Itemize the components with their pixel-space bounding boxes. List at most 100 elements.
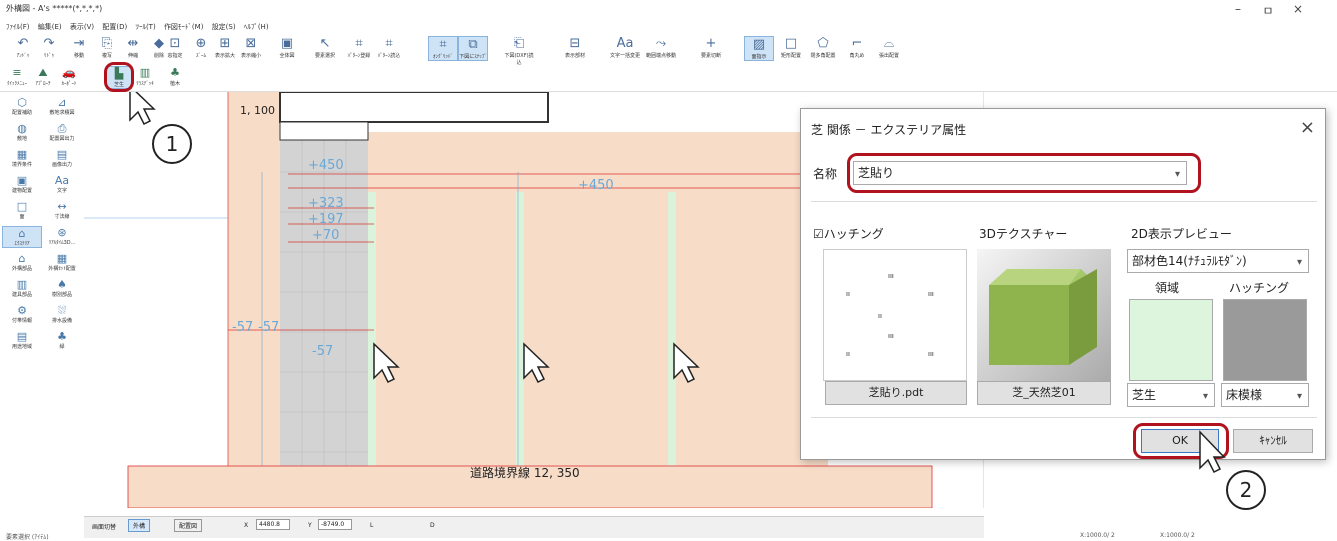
hatch-file-button[interactable]: 芝貼り.pdt: [825, 381, 967, 405]
toolbar-label: 下図(DXF)読込: [504, 53, 534, 66]
hatch-mark: ııı: [928, 350, 934, 358]
toolbar-button-1[interactable]: ↷ ﾘﾄﾞｩ: [34, 36, 64, 59]
exterior-tool-2[interactable]: 🚗 ｶｰﾎﾟｰﾄ: [56, 66, 82, 87]
sidebar-icon: ♠: [57, 278, 67, 291]
tab-layout[interactable]: 配置図: [174, 519, 203, 532]
exterior-tool-label: ｱﾌﾟﾛｰﾁ: [35, 81, 51, 87]
sidebar-label: ﾘｱﾙﾀｲﾑ3D...: [48, 240, 76, 246]
toolbar-button-25[interactable]: ⌓ 張出配置: [874, 36, 904, 59]
minimize-button[interactable]: –: [1228, 2, 1248, 16]
sidebar-item-11[interactable]: ⊛ ﾘｱﾙﾀｲﾑ3D...: [42, 226, 82, 246]
toolbar-label: 面指示: [751, 54, 767, 60]
toolbar-button-10[interactable]: ▣ 全体図: [272, 36, 302, 59]
sidebar-item-9[interactable]: ↔ 寸法線: [42, 200, 82, 220]
sidebar-item-5[interactable]: ▤ 画像出力: [42, 148, 82, 168]
toolbar-button-9[interactable]: ⊠ 表示縮小: [236, 36, 266, 59]
sidebar-item-12[interactable]: ⌂ 外構部品: [2, 252, 42, 272]
menu-edit[interactable]: 編集(E): [38, 23, 62, 31]
menu-settings[interactable]: 設定(S): [212, 23, 236, 31]
toolbar-button-15[interactable]: ⧉ 下図にｽﾅｯﾌﾟ: [458, 36, 488, 61]
area-color-swatch: [1129, 299, 1213, 381]
close-window-button[interactable]: ×: [1288, 2, 1308, 16]
exterior-tool-1[interactable]: ⛰ ｱﾌﾟﾛｰﾁ: [30, 66, 56, 87]
toolbar-label: 範囲端点移動: [646, 53, 677, 59]
toolbar-button-14[interactable]: ⌗ ｵﾝｸﾞﾘｯﾄﾞ: [428, 36, 458, 61]
sidebar-item-8[interactable]: □ 面: [2, 200, 42, 220]
toolbar-button-18[interactable]: Aa 文字一括変更: [610, 36, 640, 59]
zoom-readout-1: X:1000.0/ 2: [1080, 532, 1115, 539]
toolbar-button-2[interactable]: ⇥ 移動: [64, 36, 94, 59]
toolbar-button-24[interactable]: ⌐ 角丸め: [842, 36, 872, 59]
toolbar-button-21[interactable]: ▨ 面指示: [744, 36, 774, 61]
menu-bar: ﾌｧｲﾙ(F) 編集(E) 表示(V) 配置(D) ﾂｰﾙ(T) 作図ﾓｰﾄﾞ(…: [0, 22, 1337, 36]
toolbar-button-20[interactable]: + 要素切断: [696, 36, 726, 59]
toolbar-button-11[interactable]: ↖ 要素選択: [310, 36, 340, 59]
sidebar-item-17[interactable]: ⛆ 排水設備: [42, 304, 82, 324]
toolbar-icon: ⌗: [439, 37, 447, 52]
l-label: L: [370, 522, 374, 529]
preview-color-select[interactable]: 部材色14(ﾅﾁｭﾗﾙﾓﾀﾞﾝ) ▾: [1127, 249, 1309, 273]
hatching-checkbox[interactable]: ☑ハッチング: [813, 225, 884, 242]
sidebar-item-3[interactable]: ⎙ 配置図出力: [42, 122, 82, 142]
area-select[interactable]: 芝生 ▾: [1127, 383, 1215, 407]
toolbar-label: 表示拡大: [214, 53, 235, 59]
exterior-tool-4[interactable]: ▥ ﾃﾗｽﾃﾞｯｷ: [132, 66, 158, 87]
sidebar-item-16[interactable]: ⚙ 付帯情報: [2, 304, 42, 324]
sidebar-item-2[interactable]: ◍ 敷地: [2, 122, 42, 142]
sidebar-icon: ◍: [17, 122, 27, 135]
toolbar-label: 矩形配置: [780, 53, 801, 59]
sidebar-item-7[interactable]: Aa 文字: [42, 174, 82, 194]
toolbar-button-16[interactable]: ⎗ 下図(DXF)読込: [504, 36, 534, 66]
menu-file[interactable]: ﾌｧｲﾙ(F): [6, 23, 30, 31]
dim-label: +450: [308, 158, 344, 173]
dialog-close-button[interactable]: ×: [1300, 117, 1315, 138]
toolbar-button-22[interactable]: □ 矩形配置: [776, 36, 806, 59]
dim-label: -57: [232, 320, 254, 335]
y-coord-field[interactable]: -8749.0: [318, 519, 352, 530]
exterior-tool-0[interactable]: ≡ ｸｲｯｸﾒﾆｭｰ: [4, 66, 30, 87]
footer: 要素選択 (ｱｲﾃﾑ) X:1000.0/ 2 X:1000.0/ 2: [0, 532, 1337, 541]
exterior-tool-label: 植木: [169, 81, 180, 87]
dim-label: -57: [258, 320, 280, 335]
lawn-strip-3: [668, 192, 676, 468]
tab-exterior[interactable]: 外構: [128, 519, 151, 532]
divider: [811, 201, 1317, 202]
sidebar-item-0[interactable]: ⬡ 配置補助: [2, 96, 42, 116]
texture-file-button[interactable]: 芝_天然芝01: [977, 381, 1111, 405]
sidebar-item-6[interactable]: ▣ 建物配置: [2, 174, 42, 194]
exterior-tool-icon: ≡: [12, 66, 22, 79]
sidebar-item-13[interactable]: ▦ 外構ｾｯﾄ配置: [42, 252, 82, 272]
maximize-button[interactable]: ㅁ: [1258, 2, 1278, 19]
sidebar-item-14[interactable]: ▥ 建具部品: [2, 278, 42, 298]
cancel-button[interactable]: ｷｬﾝｾﾙ: [1233, 429, 1313, 453]
exterior-tool-5[interactable]: ♣ 植木: [162, 66, 188, 87]
exterior-tool-label: ｶｰﾎﾟｰﾄ: [61, 81, 77, 87]
dialog-title: 芝 関係 － エクステリア属性: [811, 123, 967, 137]
menu-view[interactable]: 表示(V): [70, 23, 94, 31]
toolbar-button-12[interactable]: ⌗ ﾊﾟﾀｰﾝ登録: [344, 36, 374, 59]
hatch-select[interactable]: 床模様 ▾: [1221, 383, 1309, 407]
callout-one: 1: [152, 124, 192, 164]
sidebar-item-10[interactable]: ⌂ ｴｸｽﾃﾘｱ: [2, 226, 42, 248]
toolbar-label: ｱﾝﾄﾞｩ: [16, 53, 30, 59]
menu-layout[interactable]: 配置(D): [102, 23, 127, 31]
menu-help[interactable]: ﾍﾙﾌﾟ(H): [244, 23, 269, 31]
sidebar-item-18[interactable]: ▤ 用途地域: [2, 330, 42, 350]
sidebar-item-4[interactable]: ▦ 境界条件: [2, 148, 42, 168]
sidebar-icon: ⊛: [57, 226, 67, 239]
sidebar-item-15[interactable]: ♠ 樹別部品: [42, 278, 82, 298]
dim-label: +197: [308, 212, 344, 227]
toolbar-button-19[interactable]: ⤳ 範囲端点移動: [646, 36, 676, 59]
sidebar-icon: ⚙: [17, 304, 27, 317]
toolbar-button-13[interactable]: ⌗ ﾊﾟﾀｰﾝ読込: [374, 36, 404, 59]
toolbar-button-23[interactable]: ⬠ 閉多角配置: [808, 36, 838, 59]
menu-tools[interactable]: ﾂｰﾙ(T): [135, 23, 155, 31]
toolbar-icon: ⌓: [883, 36, 895, 51]
menu-drawmode[interactable]: 作図ﾓｰﾄﾞ(M): [164, 23, 204, 31]
sidebar-item-19[interactable]: ♣ 緑: [42, 330, 82, 350]
x-coord-field[interactable]: 4480.8: [256, 519, 290, 530]
sidebar-item-1[interactable]: ⊿ 敷地求積図: [42, 96, 82, 116]
toolbar-icon: ↷: [43, 36, 55, 51]
toolbar-button-17[interactable]: ⊟ 表示部材: [560, 36, 590, 59]
highlight-lawn-tool: [104, 62, 134, 92]
